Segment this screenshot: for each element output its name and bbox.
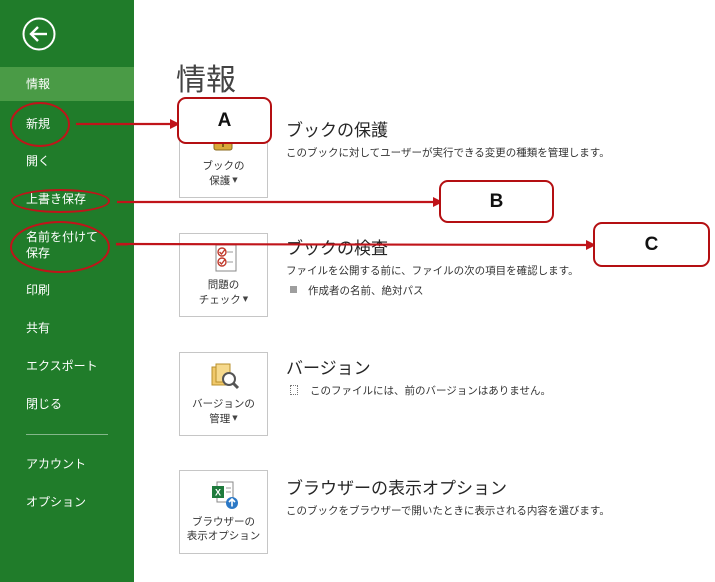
page-title: 情報 [176,63,236,98]
sidebar-item-label: アカウント [26,457,87,471]
section-title: バージョン [286,359,371,379]
browser-view-options-button[interactable]: X ブラウザーの 表示オプション [179,470,268,554]
highlight-ring-new [10,102,70,147]
sidebar-item-export[interactable]: エクスポート [0,349,134,383]
sidebar-item-close[interactable]: 閉じる [0,387,134,421]
sidebar-item-account[interactable]: アカウント [0,447,134,481]
sidebar-item-label: 閉じる [26,397,63,411]
sidebar-item-label: 印刷 [26,283,51,297]
sidebar-item-label: 情報 [26,77,51,91]
sidebar-divider [26,434,108,435]
sidebar-item-open[interactable]: 開く [0,144,134,178]
section-title: ブラウザーの表示オプション [286,479,507,499]
sidebar-item-label: オプション [26,495,87,509]
section-description: このブックをブラウザーで開いたときに表示される内容を選びます。 [286,505,610,517]
callout-a: A [177,97,272,144]
check-for-issues-button[interactable]: 問題の チェック ▼ [179,233,268,317]
tile-label: 問題の チェック ▼ [198,279,249,306]
back-arrow-icon [22,17,56,51]
list-item: 作成者の名前、絶対パス [290,283,424,298]
section-title: ブックの保護 [286,121,388,141]
tile-label: ブックの 保護 ▼ [202,160,245,187]
sidebar-item-print[interactable]: 印刷 [0,273,134,307]
document-icon [290,385,298,395]
highlight-ring-save [11,189,110,213]
callout-b: B [439,180,554,223]
section-description: このブックに対してユーザーが実行できる変更の種類を管理します。 [286,147,610,159]
backstage-sidebar: 情報 新規 開く 上書き保存 名前を付けて 保存 印刷 共有 エクスポート 閉じ… [0,0,134,582]
list-item: このファイルには、前のバージョンはありません。 [290,383,551,398]
checklist-icon [215,244,237,272]
sidebar-item-options[interactable]: オプション [0,485,134,519]
sidebar-item-info[interactable]: 情報 [0,67,134,101]
svg-text:X: X [215,488,221,498]
section-title: ブックの検査 [286,239,388,259]
bullet-square-icon [290,286,297,293]
tile-label: バージョンの 管理 ▼ [192,398,255,425]
sidebar-item-label: 開く [26,154,51,168]
callout-c: C [593,222,710,267]
section-description: ファイルを公開する前に、ファイルの次の項目を確認します。 [286,265,579,277]
sidebar-item-label: エクスポート [26,359,98,373]
sidebar-item-share[interactable]: 共有 [0,311,134,345]
excel-upload-icon: X [212,481,238,509]
manage-versions-button[interactable]: バージョンの 管理 ▼ [179,352,268,436]
sidebar-item-label: 共有 [26,321,51,335]
highlight-ring-save-as [10,221,110,273]
back-button[interactable] [22,17,56,51]
tile-label: ブラウザーの 表示オプション [186,516,261,542]
versions-magnifier-icon [211,363,240,390]
